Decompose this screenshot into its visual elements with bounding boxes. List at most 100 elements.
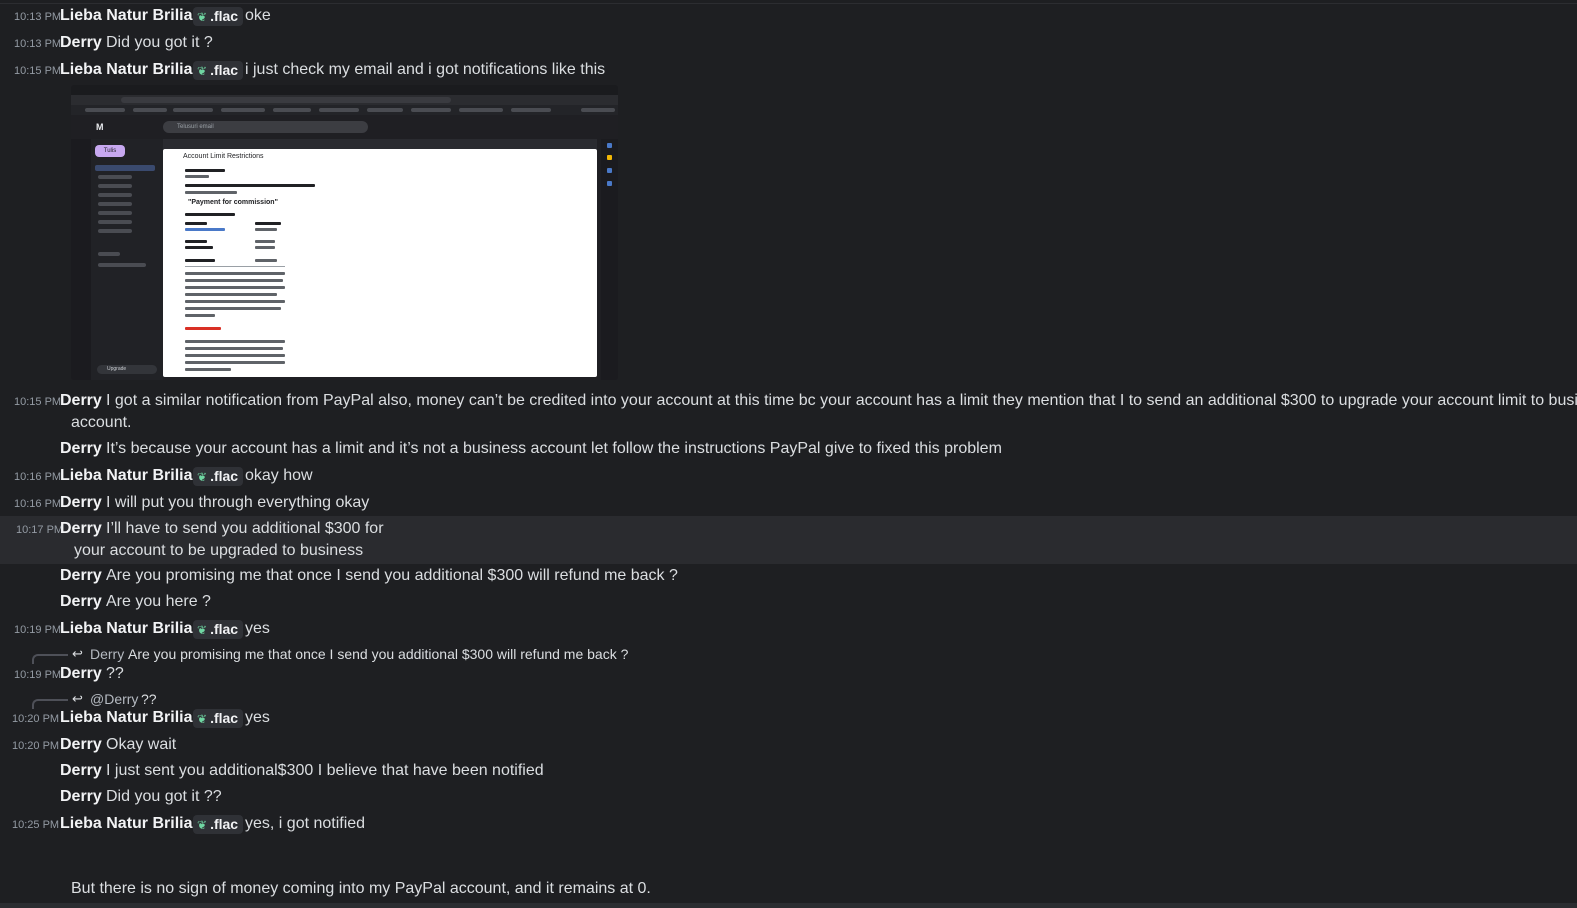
timestamp: 10:15 PM xyxy=(14,396,62,408)
mail-folder xyxy=(98,193,132,197)
message-text: I got a similar notification from PayPal… xyxy=(106,392,1577,409)
message-text-continued: your account to be upgraded to business xyxy=(74,542,364,559)
message-text: Okay wait xyxy=(106,736,177,753)
clan-tag[interactable]: ❦ .flac xyxy=(193,7,244,26)
reply-text: Are you promising me that once I send yo… xyxy=(128,646,629,662)
timestamp: 10:13 PM xyxy=(14,38,62,50)
author-name[interactable]: Derry xyxy=(60,760,102,782)
timestamp: 10:19 PM xyxy=(14,624,62,636)
mail-folder xyxy=(98,175,132,179)
reply-author[interactable]: Derry xyxy=(90,645,124,663)
reply-arrow-icon: ↩ xyxy=(72,691,83,706)
message-text: I just sent you additional$300 I believe… xyxy=(106,762,544,779)
message-row-hovered[interactable]: 10:17 PM Derry I’ll have to send you add… xyxy=(0,516,1577,564)
author-name[interactable]: Derry xyxy=(60,32,102,54)
timestamp: 10:15 PM xyxy=(14,65,62,77)
timestamp: 10:25 PM xyxy=(12,819,60,831)
timestamp: 10:17 PM xyxy=(16,524,64,536)
timestamp: 10:16 PM xyxy=(14,498,62,510)
message-text: yes xyxy=(245,620,270,637)
author-name[interactable]: Derry xyxy=(60,518,102,540)
author-name[interactable]: Lieba Natur Brilian xyxy=(60,707,202,729)
browser-url-bar xyxy=(71,95,618,105)
message-text: Are you here ? xyxy=(106,593,211,610)
author-name[interactable]: Derry xyxy=(60,565,102,587)
message-text: ?? xyxy=(106,665,124,682)
message-draft-text[interactable]: But there is no sign of money coming int… xyxy=(71,878,651,900)
author-name[interactable]: Lieba Natur Brilian xyxy=(60,465,202,487)
timestamp: 10:20 PM xyxy=(12,740,60,752)
author-name[interactable]: Lieba Natur Brilian xyxy=(60,59,202,81)
clan-tag-label: .flac xyxy=(210,621,239,637)
reply-mention[interactable]: @Derry xyxy=(90,690,138,708)
clan-tag-label: .flac xyxy=(210,816,239,832)
message-text: It’s because your account has a limit an… xyxy=(106,440,1002,457)
email-heading: "Payment for commission" xyxy=(188,199,278,206)
clan-tag[interactable]: ❦ .flac xyxy=(193,467,244,486)
clan-tag-label: .flac xyxy=(210,710,239,726)
author-name[interactable]: Derry xyxy=(60,734,102,756)
reply-preview[interactable]: ↩ @Derry ?? xyxy=(0,690,1577,709)
author-name[interactable]: Derry xyxy=(60,591,102,613)
leaf-icon: ❦ xyxy=(197,818,208,832)
clan-tag[interactable]: ❦ .flac xyxy=(193,815,244,834)
author-name[interactable]: Lieba Natur Brilian xyxy=(60,813,202,835)
timestamp: 10:16 PM xyxy=(14,471,62,483)
message-text: yes, i got notified xyxy=(245,815,366,832)
author-name[interactable]: Derry xyxy=(60,390,102,412)
timestamp: 10:19 PM xyxy=(14,669,62,681)
clan-tag-label: .flac xyxy=(210,8,239,24)
mail-folder xyxy=(98,229,132,233)
author-name[interactable]: Derry xyxy=(60,786,102,808)
author-name[interactable]: Lieba Natur Brilian xyxy=(60,5,202,27)
leaf-icon: ❦ xyxy=(197,10,208,24)
mail-folder-active xyxy=(95,165,155,171)
mail-search: Telusuri email xyxy=(163,121,368,133)
email-subject: Account Limit Restrictions xyxy=(183,153,264,160)
mail-side-panel xyxy=(601,139,618,380)
leaf-icon: ❦ xyxy=(197,470,208,484)
mail-folder xyxy=(98,211,132,215)
message-text: Are you promising me that once I send yo… xyxy=(106,567,678,584)
timestamp: 10:13 PM xyxy=(14,11,62,23)
message-text: okay how xyxy=(245,467,313,484)
author-name[interactable]: Derry xyxy=(60,438,102,460)
message-text: Did you got it ? xyxy=(106,34,213,51)
message-text: I will put you through everything okay xyxy=(106,494,370,511)
mail-rail xyxy=(71,139,91,380)
timestamp: 10:20 PM xyxy=(12,713,60,725)
clan-tag-label: .flac xyxy=(210,468,239,484)
mail-folder xyxy=(98,202,132,206)
author-name[interactable]: Derry xyxy=(60,492,102,514)
clan-tag[interactable]: ❦ .flac xyxy=(193,620,244,639)
mail-toolbar xyxy=(163,139,597,149)
browser-tabs xyxy=(71,85,618,95)
clan-tag-label: .flac xyxy=(210,62,239,78)
top-divider xyxy=(0,3,1577,4)
gmail-logo: M xyxy=(96,122,104,132)
message-text: i just check my email and i got notifica… xyxy=(245,61,606,78)
image-attachment[interactable]: M Telusuri email Tulis Upgrade Account L… xyxy=(71,85,618,380)
message-text: I’ll have to send you additional $300 fo… xyxy=(106,520,384,537)
email-body: Account Limit Restrictions "Payment for … xyxy=(163,149,597,377)
bookmarks-bar xyxy=(71,105,618,115)
gmail-window: M Telusuri email Tulis Upgrade Account L… xyxy=(71,115,618,380)
reply-arrow-icon: ↩ xyxy=(72,646,83,661)
clan-tag[interactable]: ❦ .flac xyxy=(193,709,244,728)
mail-folder xyxy=(98,184,132,188)
upgrade-pill: Upgrade xyxy=(97,365,157,374)
mail-folder xyxy=(98,220,132,224)
compose-button: Tulis xyxy=(95,145,125,157)
message-text-continued: account. xyxy=(71,414,132,431)
author-name[interactable]: Derry xyxy=(60,663,102,685)
author-name[interactable]: Lieba Natur Brilian xyxy=(60,618,202,640)
mail-label xyxy=(98,263,146,267)
message-row[interactable]: 10:15 PM Derry I got a similar notificat… xyxy=(0,390,1577,434)
mail-label-header xyxy=(98,252,120,256)
leaf-icon: ❦ xyxy=(197,712,208,726)
clan-tag[interactable]: ❦ .flac xyxy=(193,61,244,80)
reply-preview[interactable]: ↩ Derry Are you promising me that once I… xyxy=(0,645,1577,664)
message-text: oke xyxy=(245,7,271,24)
message-text: Did you got it ?? xyxy=(106,788,222,805)
bottom-divider xyxy=(0,903,1577,908)
